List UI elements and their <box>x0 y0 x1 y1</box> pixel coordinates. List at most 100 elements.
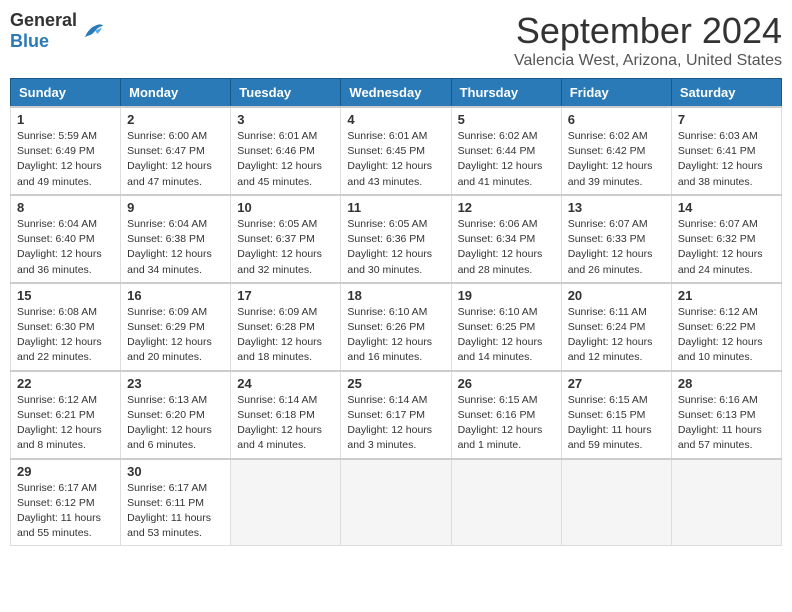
table-row: 8 Sunrise: 6:04 AM Sunset: 6:40 PM Daylig… <box>11 195 121 283</box>
day-number: 3 <box>237 112 334 127</box>
table-row <box>671 459 781 546</box>
day-number: 13 <box>568 200 665 215</box>
table-row: 22 Sunrise: 6:12 AM Sunset: 6:21 PM Dayli… <box>11 371 121 459</box>
day-number: 19 <box>458 288 555 303</box>
days-of-week-row: Sunday Monday Tuesday Wednesday Thursday… <box>11 79 782 108</box>
day-info: Sunrise: 6:05 AM Sunset: 6:36 PM Dayligh… <box>347 217 444 278</box>
table-row: 17Sunrise: 6:09 AM Sunset: 6:28 PM Dayli… <box>231 283 341 371</box>
day-number: 2 <box>127 112 224 127</box>
table-row: 18Sunrise: 6:10 AM Sunset: 6:26 PM Dayli… <box>341 283 451 371</box>
day-number: 11 <box>347 200 444 215</box>
table-row: 13 Sunrise: 6:07 AM Sunset: 6:33 PM Dayli… <box>561 195 671 283</box>
header-saturday: Saturday <box>671 79 781 108</box>
day-info: Sunrise: 6:12 AM Sunset: 6:22 PM Dayligh… <box>678 305 775 366</box>
header-monday: Monday <box>121 79 231 108</box>
table-row <box>231 459 341 546</box>
day-info: Sunrise: 6:01 AM Sunset: 6:46 PM Dayligh… <box>237 129 334 190</box>
day-number: 15 <box>17 288 114 303</box>
week-row-5: 29Sunrise: 6:17 AM Sunset: 6:12 PM Dayli… <box>11 459 782 546</box>
day-info: Sunrise: 6:04 AM Sunset: 6:40 PM Dayligh… <box>17 217 114 278</box>
table-row: 28 Sunrise: 6:16 AM Sunset: 6:13 PM Dayli… <box>671 371 781 459</box>
table-row: 5 Sunrise: 6:02 AM Sunset: 6:44 PM Daylig… <box>451 107 561 195</box>
day-number: 10 <box>237 200 334 215</box>
calendar-header: Sunday Monday Tuesday Wednesday Thursday… <box>11 79 782 108</box>
day-number: 30 <box>127 464 224 479</box>
calendar-body: 1 Sunrise: 5:59 AM Sunset: 6:49 PM Daylig… <box>11 107 782 546</box>
table-row: 3 Sunrise: 6:01 AM Sunset: 6:46 PM Daylig… <box>231 107 341 195</box>
day-info: Sunrise: 6:02 AM Sunset: 6:42 PM Dayligh… <box>568 129 665 190</box>
day-number: 17 <box>237 288 334 303</box>
day-info: Sunrise: 6:12 AM Sunset: 6:21 PM Dayligh… <box>17 393 114 454</box>
table-row: 10 Sunrise: 6:05 AM Sunset: 6:37 PM Dayli… <box>231 195 341 283</box>
day-number: 8 <box>17 200 114 215</box>
day-info: Sunrise: 6:14 AM Sunset: 6:18 PM Dayligh… <box>237 393 334 454</box>
day-info: Sunrise: 6:00 AM Sunset: 6:47 PM Dayligh… <box>127 129 224 190</box>
day-number: 28 <box>678 376 775 391</box>
day-number: 14 <box>678 200 775 215</box>
table-row: 4 Sunrise: 6:01 AM Sunset: 6:45 PM Daylig… <box>341 107 451 195</box>
table-row: 16Sunrise: 6:09 AM Sunset: 6:29 PM Dayli… <box>121 283 231 371</box>
logo-bird-icon <box>81 21 105 41</box>
table-row: 26 Sunrise: 6:15 AM Sunset: 6:16 PM Dayli… <box>451 371 561 459</box>
day-info: Sunrise: 6:17 AM Sunset: 6:12 PM Dayligh… <box>17 481 114 542</box>
header-thursday: Thursday <box>451 79 561 108</box>
day-info: Sunrise: 6:15 AM Sunset: 6:16 PM Dayligh… <box>458 393 555 454</box>
day-info: Sunrise: 6:03 AM Sunset: 6:41 PM Dayligh… <box>678 129 775 190</box>
day-number: 6 <box>568 112 665 127</box>
logo-text: General Blue <box>10 10 77 52</box>
day-info: Sunrise: 6:13 AM Sunset: 6:20 PM Dayligh… <box>127 393 224 454</box>
week-row-1: 1 Sunrise: 5:59 AM Sunset: 6:49 PM Daylig… <box>11 107 782 195</box>
day-number: 12 <box>458 200 555 215</box>
table-row <box>341 459 451 546</box>
day-number: 22 <box>17 376 114 391</box>
day-info: Sunrise: 6:07 AM Sunset: 6:33 PM Dayligh… <box>568 217 665 278</box>
day-info: Sunrise: 6:02 AM Sunset: 6:44 PM Dayligh… <box>458 129 555 190</box>
day-number: 21 <box>678 288 775 303</box>
day-info: Sunrise: 6:16 AM Sunset: 6:13 PM Dayligh… <box>678 393 775 454</box>
day-info: Sunrise: 6:06 AM Sunset: 6:34 PM Dayligh… <box>458 217 555 278</box>
day-info: Sunrise: 6:15 AM Sunset: 6:15 PM Dayligh… <box>568 393 665 454</box>
table-row: 9 Sunrise: 6:04 AM Sunset: 6:38 PM Daylig… <box>121 195 231 283</box>
table-row: 21 Sunrise: 6:12 AM Sunset: 6:22 PM Dayli… <box>671 283 781 371</box>
day-info: Sunrise: 6:14 AM Sunset: 6:17 PM Dayligh… <box>347 393 444 454</box>
day-number: 9 <box>127 200 224 215</box>
day-number: 20 <box>568 288 665 303</box>
day-number: 5 <box>458 112 555 127</box>
day-info: Sunrise: 6:01 AM Sunset: 6:45 PM Dayligh… <box>347 129 444 190</box>
day-number: 1 <box>17 112 114 127</box>
table-row: 14 Sunrise: 6:07 AM Sunset: 6:32 PM Dayli… <box>671 195 781 283</box>
day-number: 7 <box>678 112 775 127</box>
day-info: Sunrise: 6:07 AM Sunset: 6:32 PM Dayligh… <box>678 217 775 278</box>
day-info: Sunrise: 6:05 AM Sunset: 6:37 PM Dayligh… <box>237 217 334 278</box>
table-row: 23 Sunrise: 6:13 AM Sunset: 6:20 PM Dayli… <box>121 371 231 459</box>
day-info: Sunrise: 6:04 AM Sunset: 6:38 PM Dayligh… <box>127 217 224 278</box>
day-number: 23 <box>127 376 224 391</box>
day-number: 18 <box>347 288 444 303</box>
table-row: 15Sunrise: 6:08 AM Sunset: 6:30 PM Dayli… <box>11 283 121 371</box>
header-tuesday: Tuesday <box>231 79 341 108</box>
table-row: 1 Sunrise: 5:59 AM Sunset: 6:49 PM Daylig… <box>11 107 121 195</box>
logo-blue: Blue <box>10 31 49 51</box>
day-info: Sunrise: 6:11 AM Sunset: 6:24 PM Dayligh… <box>568 305 665 366</box>
header-friday: Friday <box>561 79 671 108</box>
table-row: 27 Sunrise: 6:15 AM Sunset: 6:15 PM Dayli… <box>561 371 671 459</box>
table-row: 6 Sunrise: 6:02 AM Sunset: 6:42 PM Daylig… <box>561 107 671 195</box>
day-info: Sunrise: 6:10 AM Sunset: 6:25 PM Dayligh… <box>458 305 555 366</box>
day-info: Sunrise: 5:59 AM Sunset: 6:49 PM Dayligh… <box>17 129 114 190</box>
day-number: 27 <box>568 376 665 391</box>
day-number: 24 <box>237 376 334 391</box>
week-row-3: 15Sunrise: 6:08 AM Sunset: 6:30 PM Dayli… <box>11 283 782 371</box>
table-row <box>451 459 561 546</box>
location-subtitle: Valencia West, Arizona, United States <box>514 52 782 70</box>
table-row: 12 Sunrise: 6:06 AM Sunset: 6:34 PM Dayli… <box>451 195 561 283</box>
day-number: 4 <box>347 112 444 127</box>
table-row: 30Sunrise: 6:17 AM Sunset: 6:11 PM Dayli… <box>121 459 231 546</box>
day-info: Sunrise: 6:09 AM Sunset: 6:29 PM Dayligh… <box>127 305 224 366</box>
day-number: 26 <box>458 376 555 391</box>
header-wednesday: Wednesday <box>341 79 451 108</box>
table-row: 7 Sunrise: 6:03 AM Sunset: 6:41 PM Daylig… <box>671 107 781 195</box>
table-row: 29Sunrise: 6:17 AM Sunset: 6:12 PM Dayli… <box>11 459 121 546</box>
header-sunday: Sunday <box>11 79 121 108</box>
week-row-2: 8 Sunrise: 6:04 AM Sunset: 6:40 PM Daylig… <box>11 195 782 283</box>
logo: General Blue <box>10 10 105 52</box>
